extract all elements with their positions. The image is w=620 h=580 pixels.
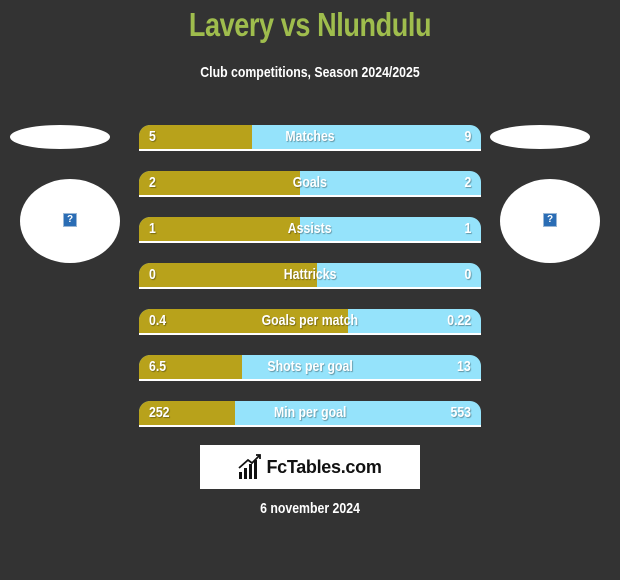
left-value-text: 252 xyxy=(149,404,170,421)
left-value: 5 xyxy=(149,125,157,149)
right-value-text: 1 xyxy=(464,220,471,237)
stat-label-text: Goals per match xyxy=(261,312,359,329)
right-value-text: 553 xyxy=(450,404,471,421)
right-value: 553 xyxy=(446,401,471,425)
left-value-text: 6.5 xyxy=(149,358,167,375)
stat-label-text: Hattricks xyxy=(283,266,337,283)
left-player-avatar[interactable]: ? xyxy=(20,179,120,263)
stat-label: Assists xyxy=(139,217,481,241)
stat-label: Hattricks xyxy=(139,263,481,287)
stat-row: Assists 1 1 xyxy=(139,217,481,243)
right-player-name-badge xyxy=(490,125,590,149)
left-value: 2 xyxy=(149,171,157,195)
left-value: 6.5 xyxy=(149,355,170,379)
left-value-text: 2 xyxy=(149,174,156,191)
right-value-text: 13 xyxy=(457,358,471,375)
right-value-text: 9 xyxy=(464,128,471,145)
stat-label: Goals xyxy=(139,171,481,195)
left-value-text: 1 xyxy=(149,220,156,237)
page-subtitle: Club competitions, Season 2024/2025 xyxy=(200,64,420,81)
left-value-text: 0 xyxy=(149,266,156,283)
stat-row: Min per goal 252 553 xyxy=(139,401,481,427)
right-player-avatar[interactable]: ? xyxy=(500,179,600,263)
left-value-text: 0.4 xyxy=(149,312,167,329)
stat-label-text: Matches xyxy=(285,128,335,145)
right-value-text: 2 xyxy=(464,174,471,191)
left-value: 0.4 xyxy=(149,309,170,333)
left-value-text: 5 xyxy=(149,128,156,145)
stat-row: Goals per match 0.4 0.22 xyxy=(139,309,481,335)
date-label: 6 november 2024 xyxy=(260,500,360,517)
missing-image-icon: ? xyxy=(543,213,557,227)
stat-label-text: Min per goal xyxy=(273,404,347,421)
right-value: 1 xyxy=(463,217,471,241)
left-value: 1 xyxy=(149,217,157,241)
stat-row: Shots per goal 6.5 13 xyxy=(139,355,481,381)
fctables-logo[interactable]: FcTables.com xyxy=(200,445,420,489)
bar-chart-icon xyxy=(238,454,262,479)
stat-label: Goals per match xyxy=(139,309,481,333)
stat-label: Min per goal xyxy=(139,401,481,425)
left-value: 252 xyxy=(149,401,174,425)
stat-row: Matches 5 9 xyxy=(139,125,481,151)
stat-label-text: Assists xyxy=(288,220,332,237)
stat-label: Shots per goal xyxy=(139,355,481,379)
left-value: 0 xyxy=(149,263,157,287)
stat-label-text: Goals xyxy=(292,174,328,191)
right-value: 13 xyxy=(454,355,471,379)
left-player-name-badge xyxy=(10,125,110,149)
right-value: 9 xyxy=(463,125,471,149)
right-value: 0.22 xyxy=(442,309,471,333)
stat-label-text: Shots per goal xyxy=(267,358,353,375)
stat-label: Matches xyxy=(139,125,481,149)
logo-text: FcTables.com xyxy=(266,456,382,477)
right-value: 0 xyxy=(463,263,471,287)
page-title: Lavery vs Nlundulu xyxy=(188,6,432,43)
stat-row: Hattricks 0 0 xyxy=(139,263,481,289)
right-value-text: 0 xyxy=(464,266,471,283)
right-value-text: 0.22 xyxy=(447,312,471,329)
right-value: 2 xyxy=(463,171,471,195)
missing-image-icon: ? xyxy=(63,213,77,227)
stat-row: Goals 2 2 xyxy=(139,171,481,197)
